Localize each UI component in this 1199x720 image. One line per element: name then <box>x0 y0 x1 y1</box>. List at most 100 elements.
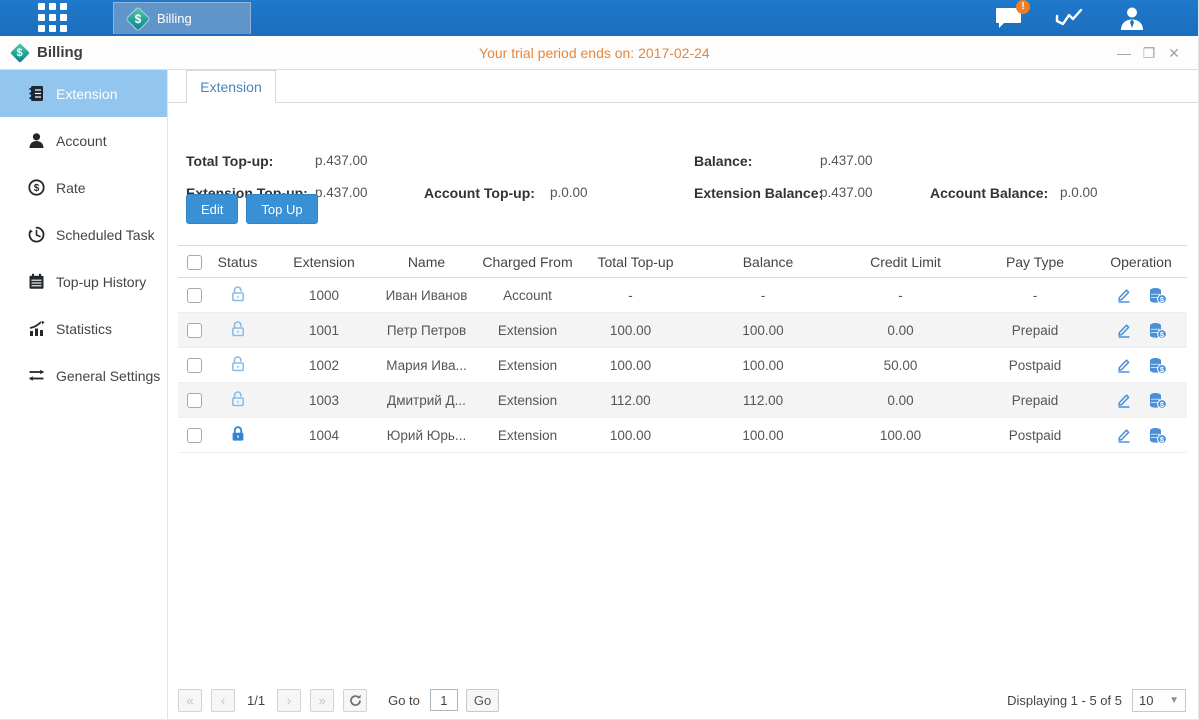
lock-status-icon[interactable] <box>230 285 246 302</box>
cell-credit-limit: 100.00 <box>850 418 975 453</box>
row-checkbox[interactable] <box>187 323 202 338</box>
extensions-table: Status Extension Name Charged From Total… <box>178 245 1187 453</box>
sidebar-item-rate[interactable]: $ Rate <box>0 164 167 211</box>
sidebar-item-statistics[interactable]: Statistics <box>0 305 167 352</box>
cell-pay-type: - <box>975 278 1095 313</box>
first-page-button[interactable]: « <box>178 689 202 712</box>
cell-extension: 1004 <box>265 418 383 453</box>
maximize-button[interactable]: ❐ <box>1141 45 1157 61</box>
row-checkbox[interactable] <box>187 393 202 408</box>
lock-status-icon[interactable] <box>230 320 246 337</box>
sidebar-item-extension[interactable]: Extension <box>0 70 167 117</box>
row-checkbox[interactable] <box>187 358 202 373</box>
table-row[interactable]: 1001Петр ПетровExtension100.00100.000.00… <box>178 313 1187 348</box>
tab-strip: Extension <box>168 70 1198 103</box>
col-credit-limit: Credit Limit <box>850 246 975 278</box>
col-balance: Balance <box>700 246 850 278</box>
page-size-select[interactable]: 10 ▼ <box>1132 689 1186 712</box>
sidebar: Extension Account $ Rate Scheduled Task <box>0 70 168 719</box>
sidebar-item-topup-history[interactable]: Top-up History <box>0 258 167 305</box>
cell-total-topup: 100.00 <box>585 418 700 453</box>
account-topup-label: Account Top-up: <box>424 185 535 201</box>
ledger-icon <box>28 85 45 102</box>
col-pay-type: Pay Type <box>975 246 1095 278</box>
extension-balance-label: Extension Balance: <box>694 185 823 201</box>
sidebar-item-scheduled-task[interactable]: Scheduled Task <box>0 211 167 258</box>
top-up-row-icon[interactable]: $ <box>1148 392 1167 409</box>
col-status: Status <box>210 246 265 278</box>
cell-credit-limit: - <box>850 278 975 313</box>
cell-credit-limit: 0.00 <box>850 313 975 348</box>
balance-summary: Total Top-up: p.437.00 Balance: p.437.00… <box>168 103 1198 213</box>
table-row[interactable]: 1004Юрий Юрь...Extension100.00100.00100.… <box>178 418 1187 453</box>
col-name: Name <box>383 246 470 278</box>
close-button[interactable]: ✕ <box>1166 45 1182 61</box>
table-row[interactable]: 1000Иван ИвановAccount----$ <box>178 278 1187 313</box>
edit-row-icon[interactable] <box>1116 287 1132 303</box>
window-title-bar: $ Billing Your trial period ends on: 201… <box>0 36 1198 70</box>
person-icon <box>28 132 45 149</box>
total-topup-value: p.437.00 <box>315 153 368 168</box>
lock-status-icon[interactable] <box>230 390 246 407</box>
row-checkbox[interactable] <box>187 428 202 443</box>
edit-row-icon[interactable] <box>1116 357 1132 373</box>
minimize-button[interactable]: — <box>1116 45 1132 61</box>
sidebar-item-general-settings[interactable]: General Settings <box>0 352 167 399</box>
sidebar-item-label: Account <box>56 133 107 149</box>
window-title-text: Billing <box>37 44 83 61</box>
table-row[interactable]: 1002Мария Ива...Extension100.00100.0050.… <box>178 348 1187 383</box>
statistics-chart-icon[interactable] <box>1055 6 1085 30</box>
topbar-tab-label: Billing <box>157 11 192 26</box>
cell-extension: 1001 <box>265 313 383 348</box>
billing-app-window: $ Billing ! <box>0 0 1199 720</box>
col-operation: Operation <box>1095 246 1187 278</box>
account-topup-value: p.0.00 <box>550 185 588 200</box>
displaying-text: Displaying 1 - 5 of 5 <box>1007 693 1122 708</box>
account-balance-value: p.0.00 <box>1060 185 1098 200</box>
edit-button[interactable]: Edit <box>186 194 238 224</box>
topbar-tab-billing[interactable]: $ Billing <box>113 2 251 34</box>
cell-name: Иван Иванов <box>383 278 470 313</box>
edit-row-icon[interactable] <box>1116 392 1132 408</box>
table-row[interactable]: 1003Дмитрий Д...Extension112.00112.000.0… <box>178 383 1187 418</box>
sidebar-item-label: Scheduled Task <box>56 227 155 243</box>
prev-page-button[interactable]: ‹ <box>211 689 235 712</box>
page-indicator: 1/1 <box>247 693 265 708</box>
col-extension: Extension <box>265 246 383 278</box>
cell-charged-from: Extension <box>470 418 585 453</box>
cell-balance: - <box>700 278 850 313</box>
trial-notice: Your trial period ends on: 2017-02-24 <box>479 45 710 61</box>
balance-value: p.437.00 <box>820 153 873 168</box>
cell-balance: 100.00 <box>700 418 850 453</box>
cell-total-topup: 112.00 <box>585 383 700 418</box>
select-all-checkbox[interactable] <box>187 255 202 270</box>
lock-status-icon[interactable] <box>230 355 246 372</box>
edit-row-icon[interactable] <box>1116 322 1132 338</box>
go-button[interactable]: Go <box>466 689 499 712</box>
top-up-row-icon[interactable]: $ <box>1148 322 1167 339</box>
window-controls: — ❐ ✕ <box>1116 45 1198 61</box>
app-launcher-grid-icon[interactable] <box>38 3 68 33</box>
top-up-button[interactable]: Top Up <box>246 194 317 224</box>
total-topup-label: Total Top-up: <box>186 153 273 169</box>
lock-status-icon[interactable] <box>230 425 246 442</box>
top-up-row-icon[interactable]: $ <box>1148 357 1167 374</box>
messages-icon[interactable]: ! <box>995 7 1022 30</box>
tab-extension[interactable]: Extension <box>186 70 276 103</box>
top-up-row-icon[interactable]: $ <box>1148 427 1167 444</box>
row-checkbox[interactable] <box>187 288 202 303</box>
cell-name: Мария Ива... <box>383 348 470 383</box>
svg-text:$: $ <box>34 183 40 194</box>
sidebar-item-label: Extension <box>56 86 117 102</box>
last-page-button[interactable]: » <box>310 689 334 712</box>
extension-balance-value: p.437.00 <box>820 185 873 200</box>
refresh-button[interactable] <box>343 689 367 712</box>
user-account-icon[interactable] <box>1118 6 1146 31</box>
sidebar-item-account[interactable]: Account <box>0 117 167 164</box>
cell-charged-from: Extension <box>470 383 585 418</box>
cell-extension: 1000 <box>265 278 383 313</box>
next-page-button[interactable]: › <box>277 689 301 712</box>
edit-row-icon[interactable] <box>1116 427 1132 443</box>
top-up-row-icon[interactable]: $ <box>1148 287 1167 304</box>
goto-page-input[interactable] <box>430 689 458 711</box>
